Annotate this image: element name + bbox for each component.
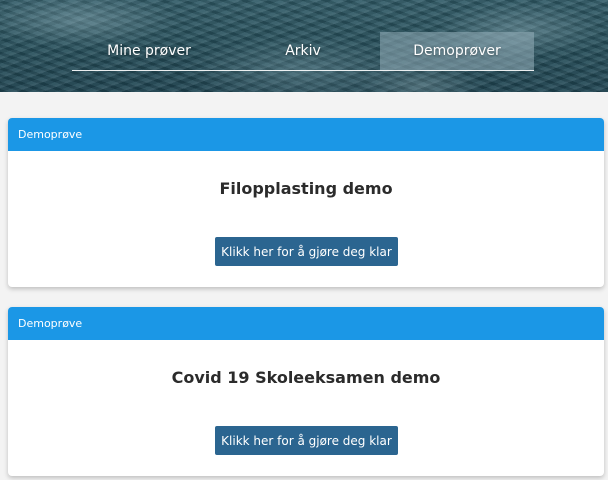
exam-card: Demoprøve Filopplasting demo Klikk her f… bbox=[8, 118, 604, 287]
card-header: Demoprøve bbox=[8, 307, 604, 340]
card-title: Filopplasting demo bbox=[219, 179, 393, 198]
main-tabs: Mine prøver Arkiv Demoprøver bbox=[72, 32, 534, 71]
hero-banner: Mine prøver Arkiv Demoprøver bbox=[0, 0, 608, 92]
main-content: Demoprøve Filopplasting demo Klikk her f… bbox=[0, 92, 608, 476]
card-body: Covid 19 Skoleeksamen demo Klikk her for… bbox=[8, 340, 604, 476]
tab-demoprover[interactable]: Demoprøver bbox=[380, 32, 534, 70]
get-ready-button[interactable]: Klikk her for å gjøre deg klar bbox=[215, 426, 398, 455]
card-title: Covid 19 Skoleeksamen demo bbox=[171, 368, 441, 387]
exam-card: Demoprøve Covid 19 Skoleeksamen demo Kli… bbox=[8, 307, 604, 476]
get-ready-button[interactable]: Klikk her for å gjøre deg klar bbox=[215, 237, 398, 266]
tab-mine-prover[interactable]: Mine prøver bbox=[72, 32, 226, 70]
card-header: Demoprøve bbox=[8, 118, 604, 151]
card-body: Filopplasting demo Klikk her for å gjøre… bbox=[8, 151, 604, 287]
tab-arkiv[interactable]: Arkiv bbox=[226, 32, 380, 70]
